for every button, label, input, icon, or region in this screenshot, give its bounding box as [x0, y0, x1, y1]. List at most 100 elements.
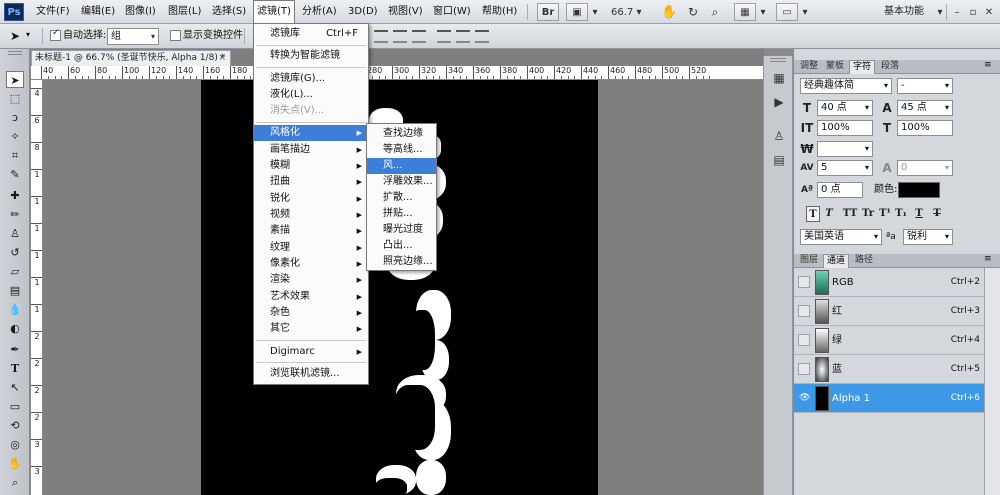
submenu-item-trace-contour[interactable]: 等高线... [367, 142, 436, 158]
submenu-item-tiles[interactable]: 拼贴... [367, 206, 436, 222]
menu-view[interactable]: 视图(V) [385, 0, 426, 24]
blur-tool-icon[interactable]: 💧 [6, 301, 24, 318]
zoom-level[interactable]: 66.7 [610, 3, 634, 21]
submenu-item-diffuse[interactable]: 扩散... [367, 190, 436, 206]
clone-source-icon[interactable]: ♙ [771, 128, 787, 144]
tab-channels[interactable]: 通道 [823, 254, 850, 268]
bridge-button[interactable]: Br [537, 3, 559, 21]
magic-wand-tool-icon[interactable]: ✧ [6, 128, 24, 145]
channel-row-rgb[interactable]: RGB Ctrl+2 [794, 268, 984, 297]
submenu-item-wind[interactable]: 风... [367, 158, 436, 174]
text-color-swatch[interactable] [898, 182, 940, 198]
language-dropdown[interactable]: 美国英语 ▾ [800, 229, 882, 245]
brush-presets-icon[interactable]: ▤ [771, 152, 787, 168]
channel-row-alpha-1[interactable]: 👁 Alpha 1 Ctrl+6 [794, 384, 984, 413]
menu-item-distort[interactable]: 扭曲 ▶ [254, 174, 368, 190]
hand-icon[interactable]: ✋ [660, 3, 678, 21]
chevron-down-icon[interactable]: ▾ [26, 30, 30, 39]
menu-item-blur[interactable]: 模糊 ▶ [254, 158, 368, 174]
actions-panel-icon[interactable]: ▶ [771, 94, 787, 110]
chevron-down-icon[interactable]: ▾ [935, 3, 945, 21]
menu-image[interactable]: 图像(I) [122, 0, 159, 24]
vertical-scale-field[interactable]: 100% [817, 120, 873, 136]
faux-bold-button[interactable]: T [806, 206, 820, 222]
eye-icon[interactable]: 👁 [798, 392, 810, 404]
gradient-tool-icon[interactable]: ▤ [6, 282, 24, 299]
menu-item-other[interactable]: 其它 ▶ [254, 321, 368, 337]
menu-item-filter-gallery-last[interactable]: 滤镜库 Ctrl+F [254, 26, 368, 42]
3d-orbit-tool-icon[interactable]: ◎ [6, 436, 24, 453]
strikethrough-button[interactable]: T [930, 206, 944, 222]
history-panel-icon[interactable]: ▦ [771, 70, 787, 86]
baseline-shift-field[interactable]: 0 点 [817, 182, 863, 198]
visibility-toggle[interactable] [798, 363, 810, 375]
menu-analysis[interactable]: 分析(A) [299, 0, 340, 24]
menu-file[interactable]: 文件(F) [33, 0, 73, 24]
document-tab[interactable]: 未标题-1 @ 66.7% (圣诞节快乐, Alpha 1/8) * × [31, 50, 231, 66]
menu-window[interactable]: 窗口(W) [430, 0, 474, 24]
small-caps-button[interactable]: Tr [860, 206, 876, 222]
show-transform-checkbox[interactable] [170, 30, 181, 41]
tab-layers[interactable]: 图层 [797, 254, 821, 268]
faux-italic-button[interactable]: T [822, 206, 836, 222]
channel-row-red[interactable]: 红 Ctrl+3 [794, 297, 984, 326]
menu-item-brush-strokes[interactable]: 画笔描边 ▶ [254, 142, 368, 158]
menu-item-sharpen[interactable]: 锐化 ▶ [254, 191, 368, 207]
minimize-icon[interactable]: – [950, 3, 964, 21]
menu-layer[interactable]: 图层(L) [165, 0, 204, 24]
crop-tool-icon[interactable]: ⌗ [6, 147, 24, 164]
menu-item-pixelate[interactable]: 像素化 ▶ [254, 256, 368, 272]
channels-scrollbar[interactable] [984, 268, 1000, 495]
distribute-bottom-icon[interactable] [475, 30, 489, 43]
channel-row-green[interactable]: 绿 Ctrl+4 [794, 326, 984, 355]
underline-button[interactable]: T [912, 206, 926, 222]
superscript-button[interactable]: T¹ [878, 206, 892, 222]
shape-tool-icon[interactable]: ▭ [6, 398, 24, 415]
auto-select-checkbox[interactable] [50, 28, 61, 41]
auto-select-target-dropdown[interactable]: 组 ▾ [107, 28, 159, 45]
tracking-alt-field[interactable]: 0 ▾ [897, 160, 953, 176]
brush-tool-icon[interactable]: ✏ [6, 206, 24, 223]
history-brush-tool-icon[interactable]: ↺ [6, 244, 24, 261]
submenu-item-glowing-edges[interactable]: 照亮边缘... [367, 254, 436, 270]
menu-item-render[interactable]: 渲染 ▶ [254, 272, 368, 288]
distribute-vcenter-icon[interactable] [456, 30, 470, 43]
menu-item-video[interactable]: 视频 ▶ [254, 207, 368, 223]
menu-3d[interactable]: 3D(D) [345, 0, 381, 24]
menu-item-artistic[interactable]: 艺术效果 ▶ [254, 289, 368, 305]
move-tool-icon[interactable]: ➤ [6, 71, 24, 88]
pen-tool-icon[interactable]: ✒ [6, 341, 24, 358]
menu-item-stylize[interactable]: 风格化 ▶ [254, 125, 368, 141]
menu-help[interactable]: 帮助(H) [479, 0, 520, 24]
all-caps-button[interactable]: TT [842, 206, 858, 222]
visibility-toggle[interactable] [798, 276, 810, 288]
align-vcenter-icon[interactable] [393, 30, 407, 43]
tab-adjustments[interactable]: 调整 [797, 60, 821, 74]
hand-tool-icon[interactable]: ✋ [6, 455, 24, 472]
menu-item-sketch[interactable]: 素描 ▶ [254, 223, 368, 239]
menu-select[interactable]: 选择(S) [209, 0, 249, 24]
menu-item-liquify[interactable]: 液化(L)... [254, 87, 368, 103]
menu-item-digimarc[interactable]: Digimarc ▶ [254, 344, 368, 360]
kerning-field[interactable]: ▾ [817, 141, 873, 157]
tab-character[interactable]: 字符 [849, 60, 876, 74]
align-bottom-icon[interactable] [412, 30, 426, 43]
arrange-documents-button[interactable]: ▦ [734, 3, 756, 21]
align-top-icon[interactable] [374, 30, 388, 43]
menu-item-filter-gallery[interactable]: 滤镜库(G)... [254, 71, 368, 87]
type-tool-icon[interactable]: T [6, 360, 24, 377]
rotate-view-icon[interactable]: ↻ [684, 3, 702, 21]
horizontal-scale-field[interactable]: 100% [897, 120, 953, 136]
visibility-toggle[interactable] [798, 305, 810, 317]
dodge-tool-icon[interactable]: ◐ [6, 320, 24, 337]
path-selection-tool-icon[interactable]: ↖ [6, 379, 24, 396]
font-family-dropdown[interactable]: 经典趣体简 ▾ [800, 78, 892, 94]
healing-brush-tool-icon[interactable]: ✚ [6, 187, 24, 204]
restore-icon[interactable]: ▫ [966, 3, 980, 21]
menu-item-noise[interactable]: 杂色 ▶ [254, 305, 368, 321]
channel-row-blue[interactable]: 蓝 Ctrl+5 [794, 355, 984, 384]
lasso-tool-icon[interactable]: ↄ [6, 109, 24, 126]
workspace-switcher[interactable]: 基本功能 [884, 0, 924, 24]
menu-edit[interactable]: 编辑(E) [78, 0, 118, 24]
screen-mode-button[interactable]: ▭ [776, 3, 798, 21]
